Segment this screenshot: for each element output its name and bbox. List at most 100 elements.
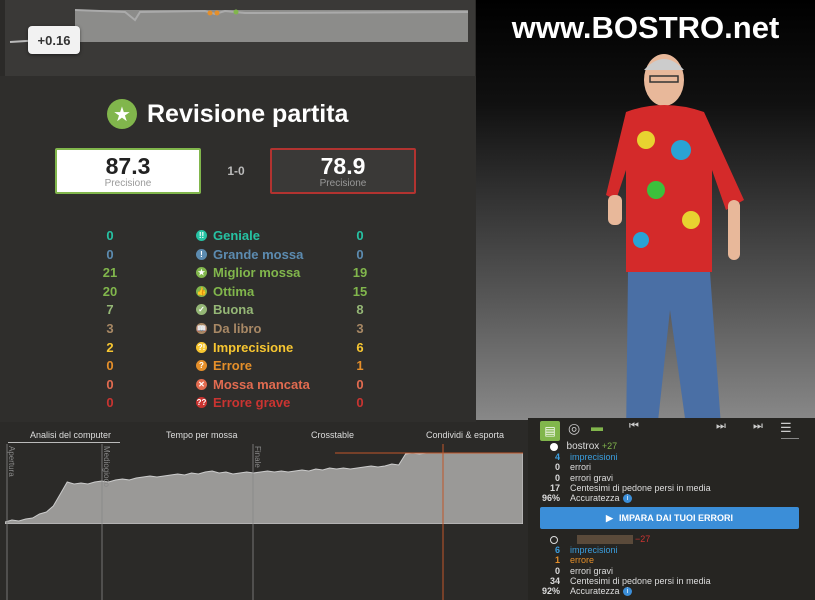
top-graph-marker [214,10,220,16]
person-photo [606,54,744,420]
classification-label: Errore grave [213,395,291,411]
classification-icon: ✓ [196,304,207,316]
white-count: 21 [102,265,118,281]
black-accuracy-label: Precisione [319,177,367,189]
stat-number: 1 [554,555,560,566]
stat-number: 4 [554,452,560,462]
stat-label: Centesimi di pedone persi in media [570,575,711,586]
active-tab-indicator [8,442,120,443]
white-count: 2 [106,339,114,355]
classification-label: Geniale [213,228,260,243]
black-count: 19 [352,265,368,281]
first-move-icon[interactable]: ⏮ [629,420,639,433]
stat-number: 0 [554,565,560,576]
menu-underline [781,438,799,439]
classification-label: Miglior mossa [213,265,301,281]
classification-icon: !! [196,230,207,241]
stat-label: errori gravi [570,565,614,576]
last-move-icon[interactable]: ⏭ [753,420,763,433]
learn-button-label: IMPARA DAI TUOI ERRORI [618,513,733,523]
stat-label: Centesimi di pedone persi in media [570,482,711,493]
white-count: 0 [106,376,114,392]
star-icon: ★ [107,99,137,129]
phase-label: Apertura [7,446,16,477]
classification-row[interactable]: 0?? Errore grave 0 [90,395,390,413]
classification-icon: ✕ [196,378,207,390]
white-count: 0 [106,228,114,243]
classification-icon: ★ [196,267,207,279]
stat-label: errori gravi [570,472,614,483]
learn-from-mistakes-button[interactable]: ▶ IMPARA DAI TUOI ERRORI [540,507,799,529]
white-count: 7 [106,302,114,318]
page-title: Revisione partita [147,99,349,128]
black-count: 3 [356,321,364,336]
classification-row[interactable]: 0? Errore 1 [90,358,390,376]
classification-row[interactable]: 2?! Imprecisione 6 [90,340,390,358]
white-accuracy-box: 87.3 Precisione [55,148,201,194]
player2-rating-delta: −27 [635,534,651,544]
stat-label: Accuratezza [570,586,620,597]
stat-label: Accuratezza [570,493,620,504]
tab-share-export[interactable]: Condividi & esporta [426,430,504,440]
classification-label: Buona [213,302,254,318]
black-count: 0 [356,228,364,243]
classification-label: Grande mossa [213,246,304,262]
analysis-graph[interactable]: Apertura Mediogioco Finale [5,444,523,600]
white-count: 20 [102,283,118,299]
menu-icon[interactable]: ☰ [780,420,792,436]
eval-area [5,452,523,525]
classification-icon: ! [196,248,207,260]
player1-name[interactable]: bostrox [567,441,600,452]
classification-icon: 👍 [196,285,207,297]
white-accuracy-value: 87.3 [105,152,151,179]
book-icon[interactable]: ▤ [540,421,560,441]
eval-badge: +0.16 [28,26,80,54]
player1-row: bostrox +27 [550,441,617,452]
classification-label: Imprecisione [213,339,294,355]
classification-icon: ?? [196,397,207,409]
classification-row[interactable]: 21 ★ Miglior mossa 19 [90,265,390,283]
target-icon[interactable]: ◎ [568,420,580,437]
player2-name-redacted [576,535,633,545]
classification-row[interactable]: 3 📖 Da libro 3 [90,321,390,339]
white-accuracy-label: Precisione [104,177,152,189]
tab-move-time[interactable]: Tempo per mossa [166,430,238,440]
black-count: 0 [356,246,364,262]
game-result: 1-0 [227,164,245,178]
play-icon: ▶ [606,512,613,523]
tab-computer-analysis[interactable]: Analisi del computer [30,430,111,440]
classification-label: Da libro [213,321,262,336]
classification-row[interactable]: 0 ✕ Mossa mancata 0 [90,377,390,395]
site-watermark: www.BOSTRO.net [511,10,780,45]
tab-crosstable[interactable]: Crosstable [311,430,354,440]
stat-label: errore [570,555,595,566]
stat-label: errori [570,462,592,473]
classification-row[interactable]: 20 👍 Ottima 15 [90,284,390,302]
stat-number: 6 [554,545,560,555]
classification-icon: ? [196,360,207,372]
stat-number: 17 [549,482,560,493]
top-graph-area [75,10,468,42]
black-count: 0 [356,376,364,392]
classification-label: Errore [213,358,253,374]
classification-row[interactable]: 0!! Geniale 0 [90,228,390,246]
black-count: 1 [356,358,364,374]
black-accuracy-box: 78.9 Precisione [270,148,416,194]
next-move-icon[interactable]: ⏭ [716,420,726,433]
black-count: 6 [356,339,364,355]
classification-label: Ottima [213,283,255,299]
phase-label: Finale [253,446,262,468]
stat-number: 96% [541,493,560,504]
classification-row[interactable]: 0! Grande mossa 0 [90,247,390,265]
classification-icon: ?! [196,341,207,353]
white-count: 0 [106,246,114,262]
stat-label: imprecisioni [570,452,618,462]
top-graph-marker [207,10,213,16]
white-piece-icon [550,442,558,451]
monitor-icon[interactable]: ▬ [591,420,603,434]
classification-label: Mossa mancata [213,376,310,392]
white-count: 0 [106,395,114,411]
classification-row[interactable]: 7 ✓ Buona 8 [90,302,390,320]
photo-area [476,0,815,420]
black-accuracy-value: 78.9 [320,152,366,179]
